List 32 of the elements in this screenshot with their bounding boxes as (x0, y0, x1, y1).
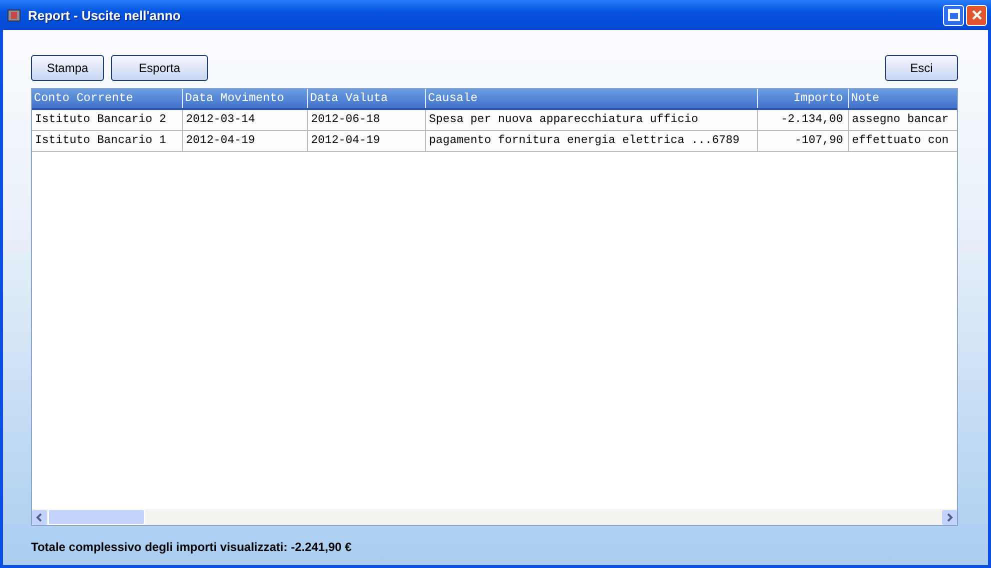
table-cell: -107,90 (757, 131, 848, 151)
maximize-button[interactable] (943, 4, 964, 26)
exit-button[interactable]: Esci (885, 55, 958, 81)
scroll-right-icon[interactable] (942, 510, 957, 524)
table-cell: Spesa per nuova apparecchiatura ufficio (425, 110, 757, 130)
table-cell: 2012-04-19 (182, 131, 307, 151)
column-header[interactable]: Data Movimento (182, 89, 307, 108)
scroll-left-icon[interactable] (32, 510, 47, 524)
table-cell: effettuato con (848, 131, 957, 151)
toolbar-button[interactable]: Stampa (31, 55, 104, 81)
column-header[interactable]: Causale (425, 89, 757, 108)
table-cell-text: Istituto Bancario 1 (34, 133, 168, 149)
horizontal-scrollbar[interactable] (32, 509, 957, 525)
column-header[interactable]: Importo (757, 89, 848, 108)
table-cell: pagamento fornitura energia elettrica ...6789 (425, 131, 757, 151)
column-header[interactable]: Conto Corrente (32, 89, 182, 108)
toolbar-button[interactable]: Esporta (111, 55, 208, 81)
table-cell: assegno bancar (848, 110, 957, 130)
table-cell: 2012-04-19 (307, 131, 425, 151)
table-cell: 2012-06-18 (307, 110, 425, 130)
close-icon (970, 9, 982, 21)
column-header[interactable]: Note (848, 89, 957, 108)
close-button[interactable] (966, 4, 987, 26)
table-cell-text: Istituto Bancario 2 (34, 112, 168, 128)
table-cell: 2012-03-14 (182, 110, 307, 130)
table-cell: -2.134,00 (757, 110, 848, 130)
maximize-icon (948, 9, 960, 21)
column-header[interactable]: Data Valuta (307, 89, 425, 108)
total-label: Totale complessivo degli importi visualizzati: -2.241,90 € (31, 540, 353, 554)
scrollbar-thumb[interactable] (48, 509, 145, 525)
app-icon (6, 7, 22, 23)
window-title: Report - Uscite nell'anno (28, 8, 182, 22)
